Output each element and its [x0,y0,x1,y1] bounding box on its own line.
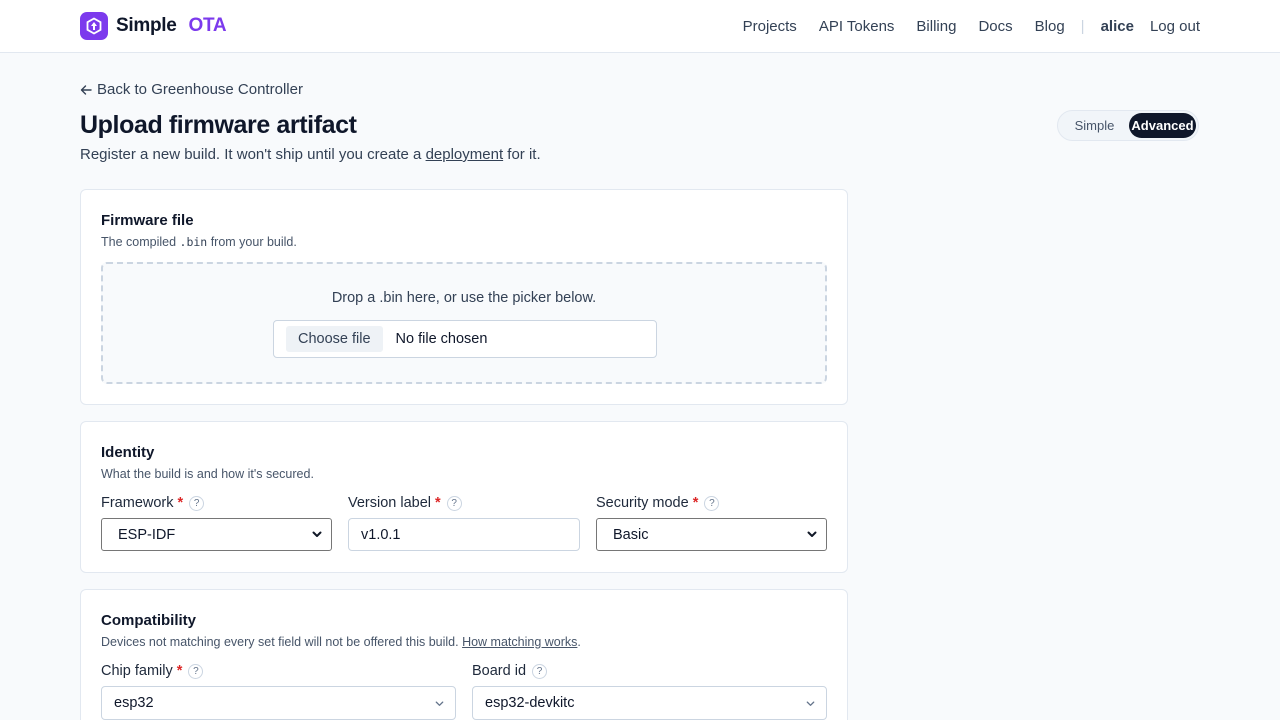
chevron-down-icon [807,531,817,537]
matching-help-link[interactable]: How matching works [462,635,577,649]
chip-family-label: Chip family * ? [101,663,204,679]
firmware-file-card: Firmware file The compiled .bin from you… [80,189,848,405]
brand-home-link[interactable]: Simple OTA [80,12,227,40]
help-icon[interactable]: ? [532,663,548,679]
subtitle-text: Register a new build. It won't ship unti… [80,146,426,163]
main-nav: Projects API Tokens Billing Docs Blog | … [743,0,1200,52]
security-value: Basic [613,526,649,543]
back-link[interactable]: Back to Greenhouse Controller [80,81,303,98]
firmware-card-title: Firmware file [101,212,194,229]
chevron-down-icon [435,701,444,706]
mode-toggle: Simple Advanced [1057,110,1199,141]
board-id-value: esp32-devkitc [485,695,575,711]
page-subtitle: Register a new build. It won't ship unti… [80,146,541,163]
help-icon[interactable]: ? [189,495,205,511]
logout-link[interactable]: Log out [1150,18,1200,35]
file-picker[interactable]: Choose file No file chosen [273,320,657,358]
firmware-desc-text-end: from your build. [207,235,297,249]
nav-separator: | [1080,17,1085,35]
chip-family-value: esp32 [114,695,154,711]
compat-card-desc: Devices not matching every set field wil… [101,635,581,649]
identity-card-title: Identity [101,444,155,461]
framework-label-text: Framework [101,495,174,511]
dropzone-text: Drop a .bin here, or use the picker belo… [331,290,597,306]
framework-value: ESP-IDF [118,526,176,543]
nav-api-tokens[interactable]: API Tokens [819,18,895,35]
nav-projects[interactable]: Projects [743,18,797,35]
arrow-left-icon [80,84,92,95]
framework-select[interactable]: ESP-IDF [101,518,332,551]
identity-card-desc: What the build is and how it's secured. [101,467,314,481]
security-label: Security mode * ? [596,495,720,511]
compat-card-title: Compatibility [101,612,197,629]
version-value: v1.0.1 [361,526,401,543]
security-select[interactable]: Basic [596,518,827,551]
user-name: alice [1100,17,1134,35]
file-dropzone[interactable]: Drop a .bin here, or use the picker belo… [101,262,827,384]
identity-card: Identity What the build is and how it's … [80,421,848,573]
chevron-down-icon [806,701,815,706]
version-input[interactable]: v1.0.1 [348,518,580,551]
compat-desc-text-end: . [577,635,581,649]
chip-family-label-text: Chip family [101,663,173,679]
brand-name: Simple [116,15,177,36]
required-mark: * [177,495,184,511]
chip-family-select[interactable]: esp32 [101,686,456,720]
logo-icon [80,12,108,40]
firmware-desc-code: .bin [179,235,208,249]
help-icon[interactable]: ? [704,495,720,511]
nav-docs[interactable]: Docs [978,18,1012,35]
subtitle-text-end: for it. [503,146,541,163]
page-title: Upload firmware artifact [80,111,357,139]
required-mark: * [692,495,699,511]
mode-advanced-button[interactable]: Advanced [1128,113,1196,138]
compat-desc-text: Devices not matching every set field wil… [101,635,463,649]
firmware-desc-text: The compiled [101,235,180,249]
file-status: No file chosen [395,331,488,347]
help-icon[interactable]: ? [188,663,204,679]
required-mark: * [435,495,441,511]
firmware-card-desc: The compiled .bin from your build. [101,235,297,249]
back-link-label: Back to Greenhouse Controller [97,81,303,98]
version-label: Version label * ? [348,495,462,511]
board-id-select[interactable]: esp32-devkitc [472,686,827,720]
choose-file-button[interactable]: Choose file [286,326,383,352]
board-id-label-text: Board id [472,663,527,679]
top-navbar: Simple OTA Projects API Tokens Billing Do… [0,0,1280,53]
board-id-label: Board id ? [472,663,548,679]
compatibility-card: Compatibility Devices not matching every… [80,589,848,720]
framework-label: Framework * ? [101,495,205,511]
brand-accent: OTA [188,15,227,36]
nav-billing[interactable]: Billing [916,18,956,35]
security-label-text: Security mode [596,495,689,511]
mode-simple-button[interactable]: Simple [1060,113,1129,138]
nav-blog[interactable]: Blog [1035,18,1065,35]
required-mark: * [176,663,183,679]
version-label-text: Version label [348,495,432,511]
chevron-down-icon [312,531,322,537]
deployment-link[interactable]: deployment [426,146,504,163]
help-icon[interactable]: ? [446,495,462,511]
